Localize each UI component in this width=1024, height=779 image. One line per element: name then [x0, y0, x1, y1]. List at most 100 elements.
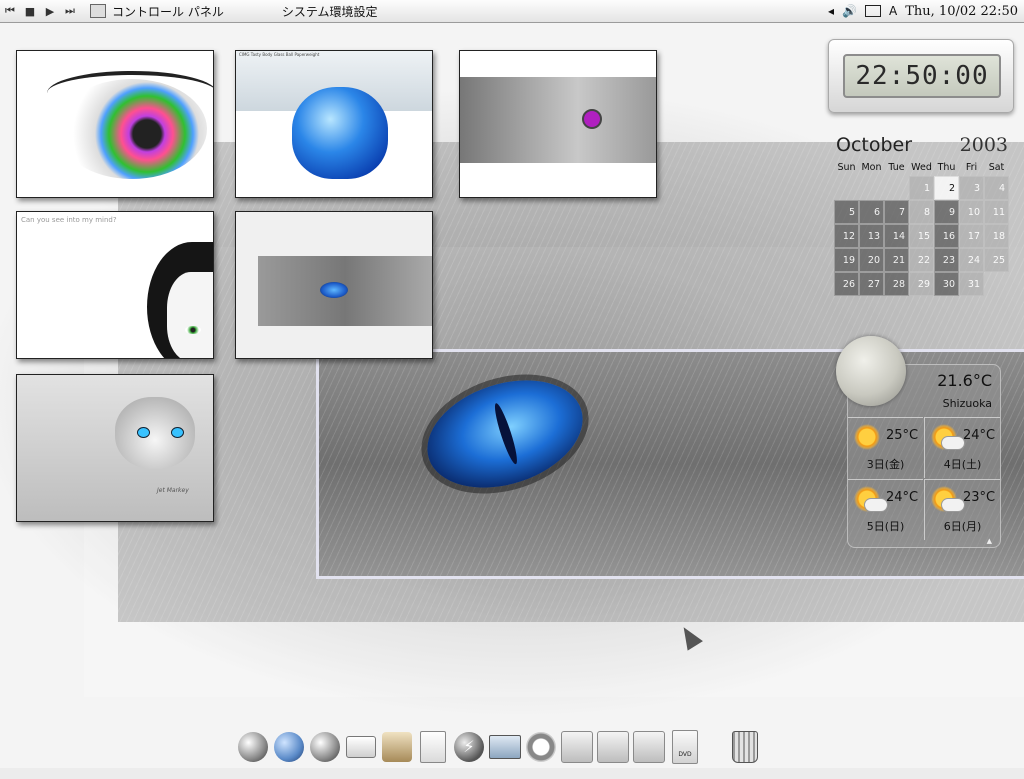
photo-widget-rainbow-eye[interactable] — [16, 50, 214, 198]
forecast-day: 23°C 6日(月) — [924, 479, 1000, 540]
forecast-temperature: 23°C — [963, 490, 996, 505]
partly-cloudy-icon — [931, 424, 965, 450]
calendar-empty-cell — [834, 176, 859, 200]
calendar-day[interactable]: 17 — [959, 224, 984, 248]
forecast-date: 4日(土) — [943, 458, 982, 471]
calendar-day[interactable]: 11 — [984, 200, 1009, 224]
input-mode-indicator[interactable]: A — [889, 4, 897, 18]
weather-city: Shizuoka — [942, 397, 992, 410]
hard-drive-icon — [561, 731, 593, 763]
dock-item[interactable]: DVD — [668, 728, 702, 766]
calendar-day[interactable]: 21 — [884, 248, 909, 272]
dock-item[interactable]: ⚡ — [452, 728, 486, 766]
calendar-day[interactable]: 8 — [909, 200, 934, 224]
dock: ⚡ DVD — [236, 722, 762, 766]
calendar-day[interactable]: 3 — [959, 176, 984, 200]
dock-item[interactable] — [596, 728, 630, 766]
app-name: コントロール パネル — [112, 4, 224, 19]
dock-item[interactable] — [308, 728, 342, 766]
top-menubar: ⏮ ■ ▶ ⏭ コントロール パネル システム環境設定 ◂ 🔊 A Thu, 1… — [0, 0, 1024, 23]
dock-item[interactable] — [272, 728, 306, 766]
system-tray: ◂ 🔊 A Thu, 10/02 22:50 — [828, 4, 1018, 19]
dock-item[interactable] — [632, 728, 666, 766]
widget-resize-handle[interactable]: ▲ — [987, 537, 992, 545]
calendar-day[interactable]: 13 — [859, 224, 884, 248]
dock-item[interactable] — [416, 728, 450, 766]
photo-widget-kitten[interactable]: Jet Markey — [16, 374, 214, 522]
calendar-day[interactable]: 19 — [834, 248, 859, 272]
calendar-day[interactable]: 25 — [984, 248, 1009, 272]
dock-item[interactable] — [560, 728, 594, 766]
photo-caption: CIMG Tasty Body Glass Ball Paperweight — [239, 52, 320, 57]
photo-widget-snake[interactable] — [459, 50, 657, 198]
dock-item-trash[interactable] — [728, 728, 762, 766]
calendar-day[interactable]: 22 — [909, 248, 934, 272]
previous-track-button[interactable]: ⏮ — [0, 4, 20, 18]
calendar-day[interactable]: 18 — [984, 224, 1009, 248]
forecast-temperature: 24°C — [963, 428, 996, 443]
calendar-weekday-header: Thu — [937, 162, 956, 173]
calendar-day[interactable]: 27 — [859, 272, 884, 296]
hard-drive-icon — [633, 731, 665, 763]
dock-item[interactable] — [236, 728, 270, 766]
calendar-day[interactable]: 6 — [859, 200, 884, 224]
monitor-icon[interactable] — [865, 5, 882, 17]
forecast-temperature: 24°C — [886, 490, 919, 505]
calendar-day[interactable]: 4 — [984, 176, 1009, 200]
active-application[interactable]: コントロール パネル — [90, 3, 224, 20]
photo-widget-cat-eye[interactable] — [235, 211, 433, 359]
calendar-day[interactable]: 30 — [934, 272, 959, 296]
calendar-day[interactable]: 10 — [959, 200, 984, 224]
calendar-day[interactable]: 1 — [909, 176, 934, 200]
dock-item[interactable] — [344, 728, 378, 766]
dvd-icon: DVD — [672, 730, 698, 764]
calendar-widget[interactable]: October 2003 Sun Mon Tue Wed Thu Fri Sat 1 2 3 4 5 6… — [834, 126, 1010, 296]
calendar-day[interactable]: 31 — [959, 272, 984, 296]
calendar-day[interactable]: 16 — [934, 224, 959, 248]
forecast-day: 24°C 4日(土) — [924, 417, 1000, 478]
calendar-weekday-header: Wed — [911, 162, 932, 173]
dock-item[interactable] — [380, 728, 414, 766]
photo-widget-portrait[interactable]: Can you see into my mind? — [16, 211, 214, 359]
calendar-day[interactable]: 24 — [959, 248, 984, 272]
document-icon — [420, 731, 446, 763]
calendar-day[interactable]: 15 — [909, 224, 934, 248]
next-track-button[interactable]: ⏭ — [60, 4, 80, 18]
photo-caption: Can you see into my mind? — [21, 216, 117, 224]
hard-drive-icon — [597, 731, 629, 763]
ring-icon — [526, 732, 556, 762]
calendar-day[interactable]: 7 — [884, 200, 909, 224]
menubar-clock[interactable]: Thu, 10/02 22:50 — [905, 4, 1018, 19]
globe-icon — [238, 732, 268, 762]
calendar-weekday-header: Tue — [888, 162, 905, 173]
calendar-empty-cell — [859, 176, 884, 200]
dock-item[interactable] — [488, 728, 522, 766]
forecast-temperature: 25°C — [886, 428, 919, 443]
calendar-day[interactable]: 9 — [934, 200, 959, 224]
calendar-day-today[interactable]: 2 — [934, 176, 959, 200]
clock-widget[interactable]: 22:50:00 — [828, 39, 1014, 113]
control-panel-icon — [90, 4, 106, 18]
calendar-day[interactable]: 20 — [859, 248, 884, 272]
sunny-icon — [854, 424, 880, 450]
calendar-day[interactable]: 5 — [834, 200, 859, 224]
calendar-day[interactable]: 14 — [884, 224, 909, 248]
dock-item[interactable] — [524, 728, 558, 766]
stop-button[interactable]: ■ — [20, 5, 40, 18]
photo-widget-glass-ball[interactable]: CIMG Tasty Body Glass Ball Paperweight — [235, 50, 433, 198]
calendar-day[interactable]: 29 — [909, 272, 934, 296]
calendar-day[interactable]: 23 — [934, 248, 959, 272]
play-button[interactable]: ▶ — [40, 5, 60, 18]
photo-signature: Jet Markey — [157, 487, 189, 494]
forecast-date: 6日(月) — [943, 520, 982, 533]
forecast-day: 24°C 5日(日) — [848, 479, 923, 540]
calendar-day[interactable]: 12 — [834, 224, 859, 248]
calendar-day[interactable]: 26 — [834, 272, 859, 296]
volume-icon[interactable]: 🔊 — [842, 4, 857, 18]
menu-system-preferences[interactable]: システム環境設定 — [282, 3, 378, 20]
current-temperature: 21.6°C — [937, 371, 992, 390]
calendar-day[interactable]: 28 — [884, 272, 909, 296]
network-icon — [274, 732, 304, 762]
tray-arrow-icon[interactable]: ◂ — [828, 4, 834, 18]
snake-image — [460, 77, 656, 163]
